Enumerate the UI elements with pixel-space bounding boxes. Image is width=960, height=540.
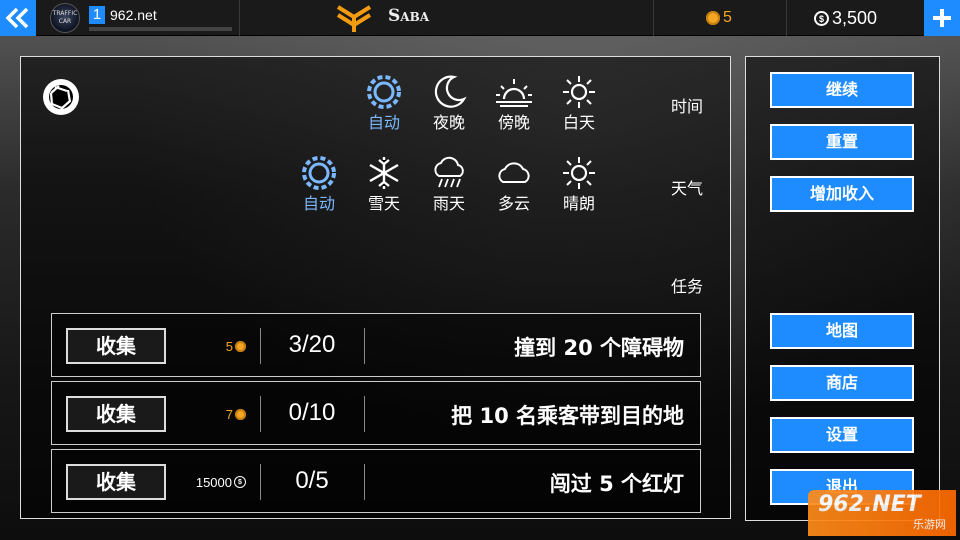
time-row-label: 时间 bbox=[671, 97, 704, 116]
reward-amount: 7 bbox=[225, 406, 233, 422]
option-label: 自动 bbox=[302, 194, 335, 213]
double-chevron-left-icon bbox=[5, 7, 29, 29]
cash-icon: $ bbox=[234, 476, 246, 488]
settings-button[interactable]: 设置 bbox=[770, 417, 914, 453]
coin-icon bbox=[706, 11, 720, 25]
rain-cloud-icon bbox=[434, 156, 464, 188]
cash-balance: $ 3,500 bbox=[814, 8, 877, 29]
mission-description: 撞到 20 个障碍物 bbox=[514, 336, 684, 360]
option-label: 雪天 bbox=[367, 194, 400, 213]
camera-shutter-icon[interactable] bbox=[41, 77, 81, 117]
reset-button[interactable]: 重置 bbox=[770, 124, 914, 160]
divider bbox=[364, 396, 365, 432]
coin-amount: 5 bbox=[723, 9, 732, 26]
avatar-text: TRAFFIC CAR bbox=[52, 10, 78, 25]
add-currency-button[interactable] bbox=[924, 0, 960, 36]
divider bbox=[786, 0, 787, 36]
level-badge: 1 bbox=[89, 6, 105, 24]
coin-icon bbox=[235, 408, 246, 420]
car-name: Saba bbox=[388, 6, 430, 26]
divider bbox=[260, 328, 261, 364]
option-label: 晴朗 bbox=[562, 194, 595, 213]
option-label: 雨天 bbox=[432, 194, 465, 213]
cash-icon: $ bbox=[814, 11, 829, 26]
auto-gear-icon bbox=[367, 75, 401, 109]
add-income-button[interactable]: 增加收入 bbox=[770, 176, 914, 212]
plus-icon bbox=[933, 9, 951, 27]
mission-reward: 15000 $ bbox=[182, 472, 246, 492]
cash-amount: 3,500 bbox=[832, 8, 878, 28]
sun-icon bbox=[563, 157, 595, 189]
reward-amount: 5 bbox=[225, 338, 233, 354]
divider bbox=[653, 0, 654, 36]
time-option-day[interactable]: 白天 bbox=[549, 73, 609, 133]
mission-row: 收集 15000 $ 0/5 闯过 5 个红灯 bbox=[51, 449, 701, 513]
top-bar: TRAFFIC CAR 1 962.net Saba 5 $ 3,500 bbox=[0, 0, 960, 36]
weather-option-snow[interactable]: 雪天 bbox=[354, 154, 414, 214]
weather-row-label: 天气 bbox=[671, 179, 704, 198]
missions-label: 任务 bbox=[671, 277, 704, 296]
time-option-auto[interactable]: 自动 bbox=[354, 73, 414, 133]
car-brand-logo-icon bbox=[336, 5, 372, 32]
weather-option-auto[interactable]: 自动 bbox=[289, 154, 349, 214]
username: 962.net bbox=[110, 7, 157, 23]
collect-button[interactable]: 收集 bbox=[66, 328, 166, 364]
pause-menu-panel: 继续 重置 增加收入 地图 商店 设置 退出 bbox=[745, 56, 940, 521]
divider bbox=[260, 396, 261, 432]
option-label: 夜晚 bbox=[432, 113, 465, 132]
coin-icon bbox=[235, 340, 246, 352]
cloud-icon bbox=[498, 162, 530, 183]
continue-button[interactable]: 继续 bbox=[770, 72, 914, 108]
mission-progress: 0/10 bbox=[288, 399, 336, 426]
weather-option-rain[interactable]: 雨天 bbox=[419, 154, 479, 214]
xp-bar bbox=[89, 27, 232, 31]
map-button[interactable]: 地图 bbox=[770, 313, 914, 349]
auto-gear-icon bbox=[302, 156, 336, 190]
avatar[interactable]: TRAFFIC CAR bbox=[50, 3, 80, 33]
watermark-logo-text: 962.NET bbox=[818, 492, 921, 517]
mission-description: 把 10 名乘客带到目的地 bbox=[451, 404, 684, 428]
option-label: 白天 bbox=[562, 113, 595, 132]
divider bbox=[239, 0, 240, 36]
back-button[interactable] bbox=[0, 0, 36, 36]
mission-progress: 0/5 bbox=[295, 467, 329, 494]
mission-row: 收集 5 3/20 撞到 20 个障碍物 bbox=[51, 313, 701, 377]
collect-button[interactable]: 收集 bbox=[66, 464, 166, 500]
time-option-evening[interactable]: 傍晚 bbox=[484, 73, 544, 133]
option-label: 多云 bbox=[497, 194, 530, 213]
shop-button[interactable]: 商店 bbox=[770, 365, 914, 401]
mission-row: 收集 7 0/10 把 10 名乘客带到目的地 bbox=[51, 381, 701, 445]
coin-balance: 5 bbox=[706, 9, 732, 27]
time-option-night[interactable]: 夜晚 bbox=[419, 73, 479, 133]
divider bbox=[260, 464, 261, 500]
divider bbox=[364, 464, 365, 500]
mission-reward: 5 bbox=[182, 336, 246, 356]
mission-reward: 7 bbox=[182, 404, 246, 424]
divider bbox=[364, 328, 365, 364]
weather-option-cloudy[interactable]: 多云 bbox=[484, 154, 544, 214]
moon-icon bbox=[434, 75, 467, 108]
collect-button[interactable]: 收集 bbox=[66, 396, 166, 432]
mission-progress: 3/20 bbox=[288, 331, 336, 358]
watermark-subtext: 乐游网 bbox=[913, 518, 946, 531]
weather-option-clear[interactable]: 晴朗 bbox=[549, 154, 609, 214]
sunset-icon bbox=[496, 79, 532, 107]
sun-icon bbox=[563, 76, 595, 108]
option-label: 自动 bbox=[367, 113, 400, 132]
option-label: 傍晚 bbox=[497, 113, 530, 132]
reward-amount: 15000 bbox=[195, 474, 232, 490]
site-watermark: 962.NET 乐游网 bbox=[808, 490, 956, 536]
snowflake-icon bbox=[369, 157, 399, 189]
mission-description: 闯过 5 个红灯 bbox=[549, 472, 684, 496]
environment-mission-panel: 时间 自动 夜晚 傍晚 白天 天气 自动 雪天 雨天 多云 晴朗 任务 收集 5… bbox=[20, 56, 731, 519]
